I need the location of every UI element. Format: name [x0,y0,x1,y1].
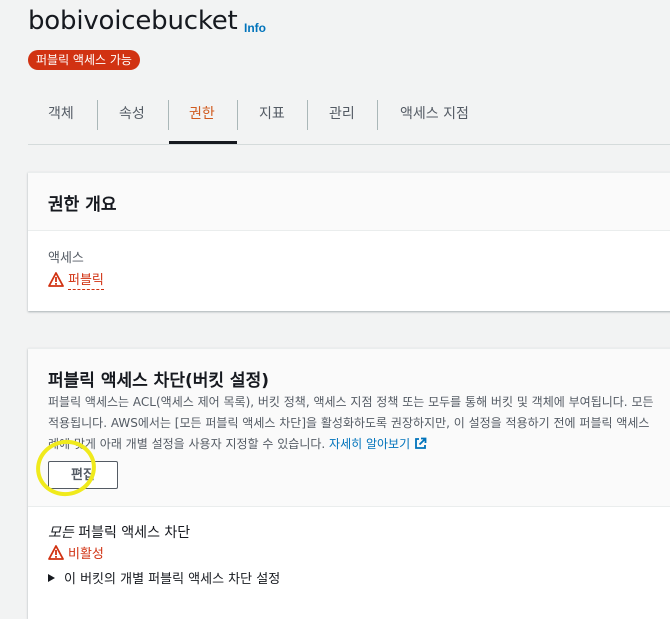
access-value-text[interactable]: 퍼블릭 [68,269,104,290]
description-line: 례에 맞게 아래 개별 설정을 사용자 지정할 수 있습니다. 자세히 알아보기 [48,434,670,455]
block-all-public-access-label: 모든 퍼블릭 액세스 차단 [48,522,190,542]
tab-objects[interactable]: 객체 [48,98,74,130]
warning-icon [48,271,64,287]
tab-metrics[interactable]: 지표 [259,98,285,130]
description-line: 적용됩니다. AWS에서는 [모든 퍼블릭 액세스 차단]을 활성화하도록 권장… [48,416,650,430]
external-link-icon[interactable] [414,437,427,450]
public-access-badge: 퍼블릭 액세스 가능 [28,50,140,70]
tab-management[interactable]: 관리 [329,98,355,130]
warning-icon [48,544,64,560]
bucket-title: bobivoicebucket [28,6,238,36]
tab-bar: 객체 속성 권한 지표 관리 액세스 지점 [28,98,670,145]
tab-properties[interactable]: 속성 [119,98,145,130]
panel-title: 퍼블릭 액세스 차단(버킷 설정) [48,371,269,391]
panel-description: 퍼블릭 액세스는 ACL(액세스 제어 목록), 버킷 정책, 액세스 지점 정… [48,392,670,455]
description-line: 퍼블릭 액세스는 ACL(액세스 제어 목록), 버킷 정책, 액세스 지점 정… [48,395,654,409]
block-public-access-panel: 퍼블릭 액세스 차단(버킷 설정) 퍼블릭 액세스는 ACL(액세스 제어 목록… [28,348,670,619]
block-all-emphasis: 모든 [48,525,74,541]
status-text: 비활성 [68,546,104,562]
description-text: 례에 맞게 아래 개별 설정을 사용자 지정할 수 있습니다. [48,437,326,451]
tab-divider [307,100,308,130]
individual-settings-expander[interactable]: 이 버킷의 개별 퍼블릭 액세스 차단 설정 [48,568,280,587]
panel-header: 퍼블릭 액세스 차단(버킷 설정) 퍼블릭 액세스는 ACL(액세스 제어 목록… [28,349,670,507]
block-all-text: 퍼블릭 액세스 차단 [73,525,191,541]
tab-divider [97,100,98,130]
block-all-status: 비활성 [48,543,104,562]
permissions-overview-panel: 권한 개요 액세스 퍼블릭 [28,172,670,311]
access-label: 액세스 [48,251,84,266]
caret-right-icon[interactable] [48,573,55,582]
info-link[interactable]: Info [244,21,266,35]
panel-header: 권한 개요 [28,173,670,231]
learn-more-label[interactable]: 자세히 알아보기 [329,437,410,451]
active-tab-indicator [169,141,237,144]
expander-label[interactable]: 이 버킷의 개별 퍼블릭 액세스 차단 설정 [64,568,280,587]
learn-more-link[interactable]: 자세히 알아보기 [329,437,427,451]
tab-permissions[interactable]: 권한 [189,98,215,130]
access-value: 퍼블릭 [48,269,104,290]
tab-divider [168,100,169,130]
tab-divider [377,100,378,130]
tab-access-points[interactable]: 액세스 지점 [400,98,469,130]
tab-divider [237,100,238,130]
panel-title: 권한 개요 [48,195,117,215]
